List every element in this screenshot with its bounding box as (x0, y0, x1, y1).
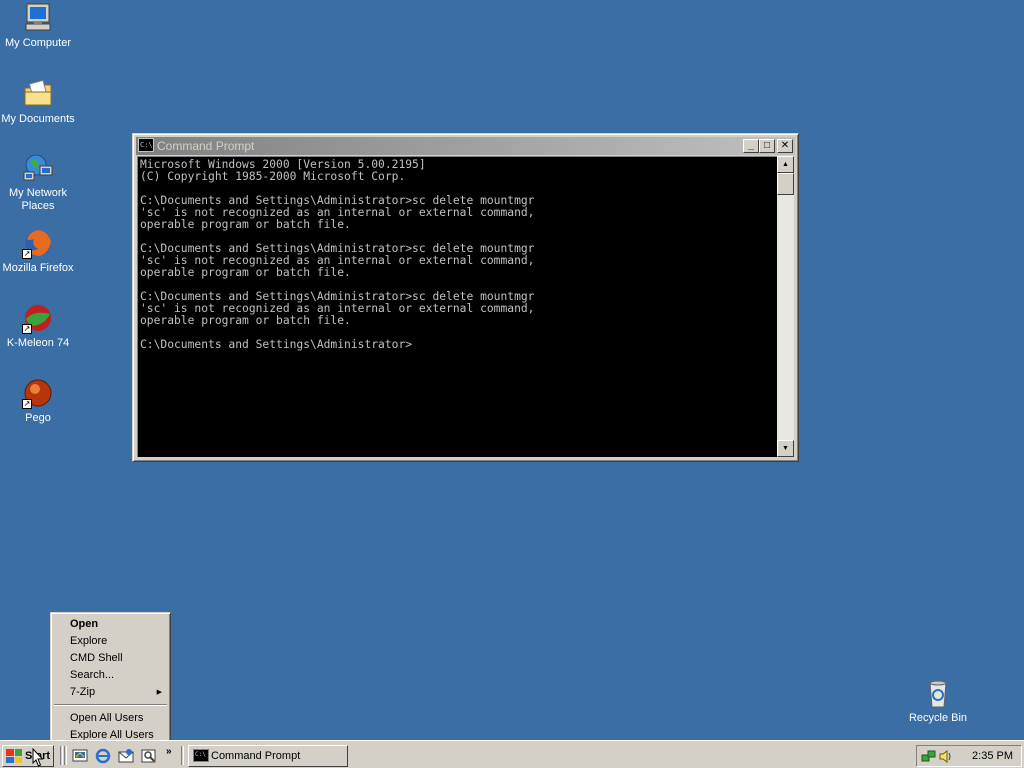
console-line: operable program or batch file. (140, 314, 351, 327)
desktop-icon-label: Recycle Bin (908, 712, 968, 724)
desktop-icon-my-network-places[interactable]: My Network Places (0, 152, 76, 213)
menu-item-label: Open (70, 618, 99, 630)
network-tray-icon[interactable] (921, 749, 936, 764)
desktop-icon-label: K-Meleon 74 (6, 337, 70, 349)
network-icon (22, 152, 54, 184)
windows-logo-icon (6, 749, 22, 763)
shortcut-arrow-icon: ↗ (22, 324, 32, 334)
window-title: Command Prompt (157, 139, 255, 153)
shortcut-arrow-icon: ↗ (22, 249, 32, 259)
taskbar-separator (64, 746, 67, 765)
menu-item-cmd-shell[interactable]: CMD Shell (53, 650, 168, 667)
desktop-icon-recycle-bin[interactable]: Recycle Bin (900, 677, 976, 725)
task-button-label: Command Prompt (211, 750, 301, 762)
firefox-icon: ↗ (22, 227, 54, 259)
outlook-express-icon[interactable] (118, 748, 134, 764)
command-prompt-window[interactable]: C:\ Command Prompt _ □ ✕ Microsoft Windo… (132, 133, 799, 462)
mouse-cursor-icon (32, 747, 44, 767)
desktop-icon-mozilla-firefox[interactable]: ↗ Mozilla Firefox (0, 227, 76, 275)
menu-item-label: 7-Zip (70, 686, 96, 698)
cmd-icon: C:\ (138, 138, 154, 152)
menu-item-search[interactable]: Search... (53, 667, 168, 684)
scroll-thumb[interactable] (777, 173, 794, 195)
menu-item-explore[interactable]: Explore (53, 633, 168, 650)
shortcut-arrow-icon: ↗ (22, 399, 32, 409)
close-button[interactable]: ✕ (777, 139, 793, 153)
scroll-down-button[interactable]: ▼ (777, 440, 794, 457)
window-titlebar[interactable]: C:\ Command Prompt _ □ ✕ (136, 137, 795, 155)
recycle-bin-icon (922, 677, 954, 709)
menu-item-label: Open All Users (70, 712, 144, 724)
window-controls: _ □ ✕ (743, 139, 793, 153)
desktop-icon-my-computer[interactable]: My Computer (0, 2, 76, 50)
console-line: (C) Copyright 1985-2000 Microsoft Corp. (140, 170, 406, 183)
taskbar-separator (181, 746, 184, 765)
vertical-scrollbar[interactable]: ▲ ▼ (777, 156, 794, 457)
k-meleon-icon: ↗ (22, 302, 54, 334)
internet-explorer-icon[interactable] (95, 748, 111, 764)
start-button[interactable]: Start (2, 745, 54, 767)
desktop-icon-label: My Network Places (8, 187, 68, 212)
desktop-icon-pego[interactable]: ↗ Pego (0, 377, 76, 425)
desktop-icon-label: My Documents (1, 113, 75, 125)
computer-icon (22, 2, 54, 34)
system-tray: 2:35 PM (916, 745, 1022, 767)
desktop-icon-k-meleon[interactable]: ↗ K-Meleon 74 (0, 302, 76, 350)
desktop-icon-label: Mozilla Firefox (2, 262, 74, 274)
submenu-arrow-icon: ▶ (156, 689, 162, 696)
menu-item-open-all-users[interactable]: Open All Users (53, 710, 168, 727)
cmd-icon: C:\ (193, 749, 209, 762)
menu-item-label: Explore (70, 635, 108, 647)
pego-icon: ↗ (22, 377, 54, 409)
start-context-menu: Open Explore CMD Shell Search... 7-Zip ▶ … (50, 612, 171, 743)
show-desktop-icon[interactable] (72, 748, 88, 764)
taskbar: Start » C:\ Command Prompt 2:35 PM (0, 740, 1024, 768)
maximize-button[interactable]: □ (759, 139, 775, 153)
console-line: C:\Documents and Settings\Administrator> (140, 338, 413, 351)
menu-item-label: CMD Shell (70, 652, 123, 664)
folder-documents-icon (22, 78, 54, 110)
taskbar-clock[interactable]: 2:35 PM (972, 746, 1013, 766)
console-output[interactable]: Microsoft Windows 2000 [Version 5.00.219… (137, 156, 777, 457)
menu-separator (54, 704, 167, 706)
taskbar-separator (60, 746, 63, 765)
search-icon[interactable] (141, 748, 157, 764)
menu-item-7zip[interactable]: 7-Zip ▶ (53, 684, 168, 701)
console-line: operable program or batch file. (140, 266, 351, 279)
minimize-button[interactable]: _ (743, 139, 759, 153)
menu-item-label: Search... (70, 669, 115, 681)
desktop-icon-label: Pego (25, 412, 51, 424)
desktop-icon-label: My Computer (4, 37, 72, 49)
console-line: operable program or batch file. (140, 218, 351, 231)
task-button-command-prompt[interactable]: C:\ Command Prompt (188, 745, 348, 767)
volume-tray-icon[interactable] (938, 749, 953, 764)
desktop-icon-my-documents[interactable]: My Documents (0, 78, 76, 126)
menu-item-open[interactable]: Open (53, 616, 168, 633)
scroll-up-button[interactable]: ▲ (777, 156, 794, 173)
quick-launch-overflow-button[interactable]: » (166, 746, 172, 757)
